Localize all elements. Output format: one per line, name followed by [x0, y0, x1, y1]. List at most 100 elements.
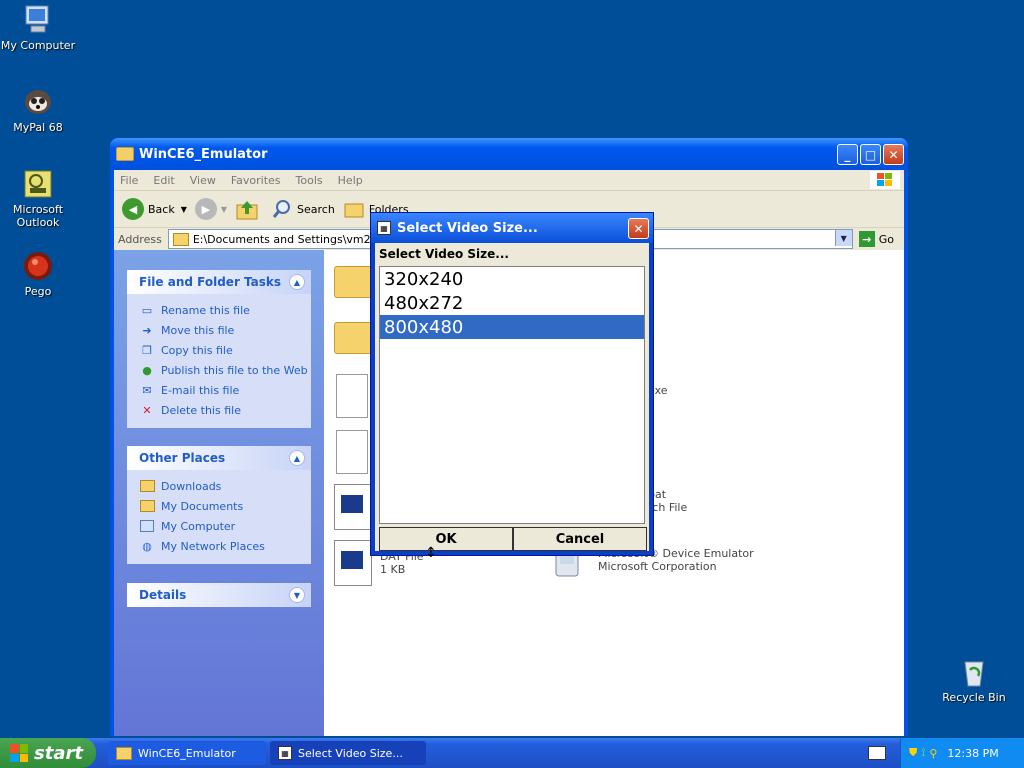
- documents-icon: [139, 498, 155, 514]
- task-delete[interactable]: ✕ Delete this file: [139, 400, 311, 420]
- up-folder-button[interactable]: [235, 197, 259, 221]
- clock: 12:38 PM: [947, 746, 999, 760]
- rename-icon: ▭: [141, 303, 153, 317]
- task-rename[interactable]: ▭ Rename this file: [139, 300, 311, 320]
- copy-icon: ❐: [142, 343, 152, 357]
- search-button[interactable]: Search: [271, 198, 335, 220]
- folder-icon: [139, 478, 155, 494]
- task-copy[interactable]: ❐ Copy this file: [139, 340, 311, 360]
- ok-button[interactable]: OK: [379, 527, 513, 551]
- pego-icon: [22, 250, 54, 282]
- menu-tools[interactable]: Tools: [296, 174, 323, 187]
- task-pane: File and Folder Tasks ▲ ▭ Rename this fil…: [114, 250, 324, 736]
- dialog-body: Select Video Size... 320x240 480x272 800…: [375, 243, 649, 551]
- search-icon[interactable]: ⚲: [929, 747, 937, 760]
- file-tasks-panel: File and Folder Tasks ▲ ▭ Rename this fil…: [127, 270, 311, 428]
- collapse-icon[interactable]: ▲: [289, 450, 305, 466]
- explorer-titlebar[interactable]: WinCE6_Emulator: [110, 138, 908, 170]
- place-my-documents[interactable]: My Documents: [139, 496, 311, 516]
- taskbar-item-label: Select Video Size...: [298, 746, 403, 760]
- desktop-icon-label: Recycle Bin: [942, 691, 1006, 704]
- taskbar-item-dialog[interactable]: ▦ Select Video Size...: [270, 741, 426, 765]
- file-tasks-header[interactable]: File and Folder Tasks ▲: [127, 270, 311, 294]
- network-icon[interactable]: ⟟: [921, 746, 925, 760]
- task-publish[interactable]: ● Publish this file to the Web: [139, 360, 311, 380]
- file-item[interactable]: [334, 322, 372, 354]
- application-icon: [334, 484, 372, 530]
- notepad-icon: [336, 374, 368, 418]
- emulator-icon: ▦: [278, 746, 292, 760]
- task-label: Copy this file: [161, 343, 233, 357]
- raccoon-icon: [22, 86, 54, 118]
- dat-file-icon: [334, 540, 372, 586]
- dialog-titlebar[interactable]: ▦ Select Video Size...: [371, 213, 653, 243]
- menu-help[interactable]: Help: [338, 174, 363, 187]
- network-icon: ◍: [142, 539, 152, 553]
- file-item[interactable]: [334, 484, 372, 530]
- place-my-computer[interactable]: My Computer: [139, 516, 311, 536]
- globe-icon: ●: [142, 363, 152, 377]
- other-places-header[interactable]: Other Places ▲: [127, 446, 311, 470]
- up-folder-icon: [236, 201, 258, 220]
- menu-edit[interactable]: Edit: [153, 174, 174, 187]
- desktop-icon-pego[interactable]: Pego: [0, 250, 78, 298]
- collapse-icon[interactable]: ▲: [289, 274, 305, 290]
- desktop-icon-my-computer[interactable]: My Computer: [0, 4, 78, 52]
- video-size-list[interactable]: 320x240 480x272 800x480: [379, 266, 645, 524]
- option-320x240[interactable]: 320x240: [380, 267, 644, 291]
- emulator-icon: ▦: [377, 221, 391, 235]
- option-800x480[interactable]: 800x480: [380, 315, 644, 339]
- menu-favorites[interactable]: Favorites: [231, 174, 281, 187]
- place-label: My Network Places: [161, 539, 265, 553]
- dialog-close-button[interactable]: ✕: [628, 218, 649, 239]
- task-move[interactable]: ➜ Move this file: [139, 320, 311, 340]
- desktop-icon-outlook[interactable]: Microsoft Outlook: [0, 168, 78, 229]
- menu-file[interactable]: File: [120, 174, 138, 187]
- desktop-icon-label: MyPal 68: [13, 121, 63, 134]
- desktop-icon-label: Microsoft Outlook: [12, 203, 64, 229]
- details-title: Details: [139, 588, 187, 602]
- expand-icon[interactable]: ▼: [289, 587, 305, 603]
- task-email[interactable]: ✉ E-mail this file: [139, 380, 311, 400]
- folder-icon: [334, 322, 372, 354]
- menubar: File Edit View Favorites Tools Help: [114, 170, 904, 191]
- desktop-icon-recycle-bin[interactable]: Recycle Bin: [934, 656, 1014, 704]
- file-item[interactable]: [334, 266, 372, 298]
- file-item[interactable]: [336, 374, 368, 418]
- task-label: Move this file: [161, 323, 235, 337]
- keyboard-icon[interactable]: [868, 746, 886, 760]
- file-item[interactable]: [336, 430, 368, 474]
- windows-logo-icon: [10, 744, 28, 762]
- outlook-icon: [22, 168, 54, 200]
- minimize-button[interactable]: _: [837, 144, 858, 165]
- dialog-title: Select Video Size...: [397, 220, 538, 236]
- file-size: 1 KB: [380, 563, 406, 576]
- place-network[interactable]: ◍ My Network Places: [139, 536, 311, 556]
- security-shield-icon[interactable]: ⛊: [909, 746, 917, 760]
- go-arrow-icon: →: [858, 231, 875, 247]
- back-button[interactable]: ◀ Back ▼: [122, 198, 187, 220]
- move-icon: ➜: [142, 323, 152, 337]
- close-button[interactable]: ✕: [883, 144, 904, 165]
- start-label: start: [34, 742, 83, 764]
- search-icon: [272, 200, 291, 218]
- desktop-icon-label: My Computer: [0, 39, 76, 52]
- taskbar-item-explorer[interactable]: WinCE6_Emulator: [108, 741, 266, 765]
- desktop-icon-mypal[interactable]: MyPal 68: [0, 86, 78, 134]
- maximize-button[interactable]: □: [860, 144, 881, 165]
- folder-icon: [116, 147, 134, 161]
- chevron-down-icon[interactable]: ▼: [181, 205, 187, 214]
- forward-button[interactable]: ▶ ▼: [194, 198, 228, 220]
- computer-icon: [139, 518, 155, 534]
- go-button[interactable]: → Go: [858, 231, 894, 247]
- computer-icon: [22, 4, 54, 36]
- cancel-button[interactable]: Cancel: [513, 527, 647, 551]
- chevron-down-icon: ▼: [220, 204, 228, 214]
- place-downloads[interactable]: Downloads: [139, 476, 311, 496]
- address-dropdown-icon[interactable]: ▼: [834, 230, 852, 246]
- option-480x272[interactable]: 480x272: [380, 291, 644, 315]
- details-header[interactable]: Details ▼: [127, 583, 311, 607]
- folder-icon: [116, 746, 132, 760]
- start-button[interactable]: start: [0, 738, 96, 768]
- menu-view[interactable]: View: [190, 174, 216, 187]
